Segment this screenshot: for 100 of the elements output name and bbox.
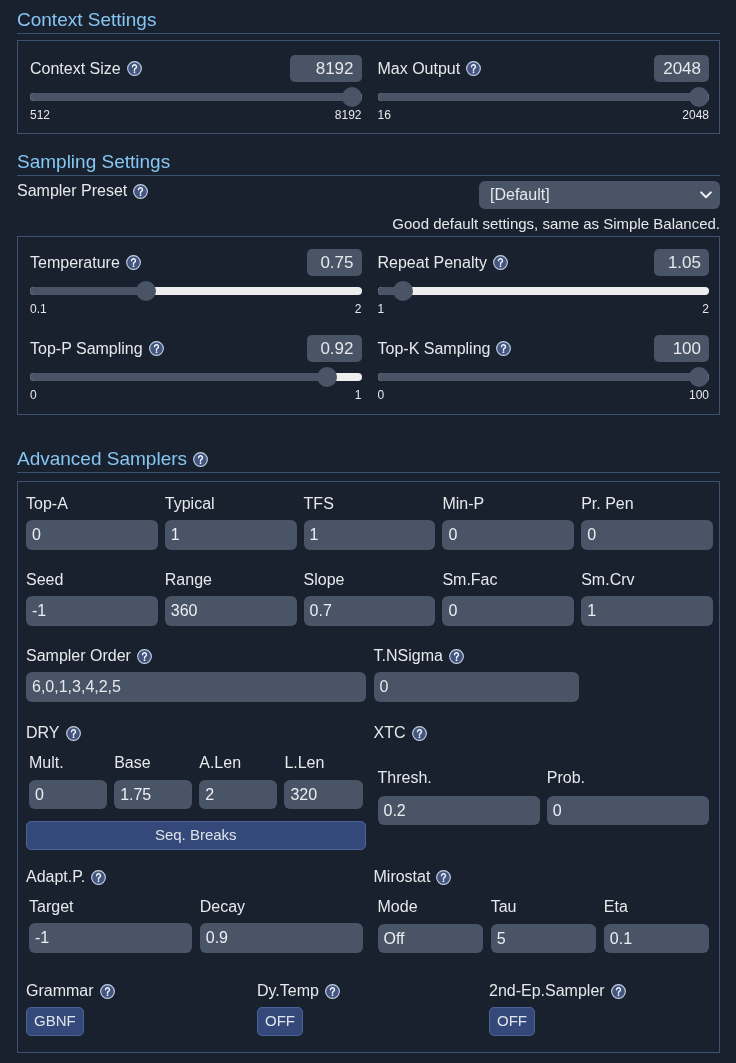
help-icon[interactable] [91,869,107,885]
toggle-button[interactable]: OFF [257,1007,303,1036]
range-max-label: 2 [354,302,362,316]
slider-label: Top-P Sampling [30,338,143,359]
help-icon[interactable] [496,341,512,356]
input-field[interactable]: 0 [442,596,575,626]
input-field[interactable]: 0.7 [303,596,436,626]
slider-thumb[interactable] [135,281,156,301]
slider-track[interactable] [377,281,709,301]
input-field[interactable]: 360 [164,596,297,626]
slider-track[interactable] [30,281,362,301]
section-title: Advanced Samplers [17,447,188,471]
field-label: Top-A [26,494,69,514]
input-field[interactable]: 1 [581,596,713,626]
section-title: Context Settings [17,8,157,32]
input-field[interactable]: -1 [26,596,158,626]
field-label: Base [114,753,152,773]
range-min-label: 0 [30,388,37,402]
slider-thumb[interactable] [689,87,709,107]
range-max-label: 2048 [682,108,709,122]
input-field[interactable]: 5 [490,924,596,953]
toggle-button[interactable]: GBNF [26,1007,84,1036]
range-min-label: 512 [30,108,51,122]
input-field[interactable]: 0 [26,520,158,550]
field-label: Sm.Crv [581,570,636,590]
slider-track[interactable] [30,367,362,387]
input-field[interactable]: 1.75 [114,780,193,809]
input-field[interactable]: 0 [442,520,575,550]
value-field[interactable]: 2048 [654,55,709,82]
field-label: Seed [26,570,65,590]
help-icon[interactable] [466,61,482,76]
slider-track[interactable] [377,367,709,387]
slider-thumb[interactable] [316,367,337,387]
help-icon[interactable] [610,983,626,999]
input-field[interactable]: -1 [29,923,192,953]
input-field[interactable]: 1 [164,520,297,550]
help-icon[interactable] [193,451,209,467]
slider-thumb[interactable] [393,281,414,301]
slider-track[interactable] [377,87,709,107]
input-field[interactable]: 320 [284,780,363,809]
field-label: Decay [199,897,247,917]
help-icon[interactable] [125,255,141,270]
value-field[interactable]: 1.05 [654,249,709,276]
input-field[interactable]: 2 [199,780,278,809]
field-label: A.Len [199,753,243,773]
field-label: Min-P [442,494,486,514]
slider-label: Repeat Penalty [377,252,487,273]
slider-track[interactable] [30,87,362,107]
input-field[interactable]: 0.2 [377,796,540,825]
field-label: Eta [603,897,629,917]
range-min-label: 0 [377,388,385,402]
range-min-label: 1 [377,302,385,316]
preset-description: Good default settings, same as Simple Balanced. [392,215,720,233]
group-label: DRY [26,723,60,743]
value-field[interactable]: 100 [654,335,709,362]
input-field[interactable]: 0.9 [199,923,363,953]
input-field[interactable]: Off [377,924,483,953]
field-label: Sampler Preset [17,181,128,201]
group-label: 2nd-Ep.Sampler [489,981,605,1001]
input-field[interactable]: 1 [303,520,436,550]
help-icon[interactable] [65,725,81,741]
group-label: Adapt.P. [26,867,86,887]
value-field[interactable]: 0.75 [306,249,362,276]
field-label: Sm.Fac [442,570,499,590]
help-icon[interactable] [136,648,152,664]
field-label: Thresh. [377,768,433,788]
range-max-label: 100 [688,388,709,402]
help-icon[interactable] [133,183,149,199]
seq-breaks-button[interactable]: Seq. Breaks [26,821,366,850]
toggle-button[interactable]: OFF [489,1007,535,1036]
slider-label: Top-K Sampling [377,338,491,359]
slider-thumb[interactable] [689,367,709,387]
field-label: Slope [303,570,346,590]
input-field[interactable]: 6,0,1,3,4,2,5 [26,672,366,702]
field-label: Range [164,570,213,590]
group-label: Mirostat [373,867,431,887]
help-icon[interactable] [324,983,340,999]
slider-thumb[interactable] [341,87,362,107]
slider-label: Context Size [30,58,121,79]
help-icon[interactable] [448,648,464,664]
field-label: Prob. [546,768,586,788]
input-field[interactable]: 0 [29,780,108,809]
input-field[interactable]: 0 [373,672,579,702]
group-label: Sampler Order [26,646,131,666]
help-icon[interactable] [492,255,508,270]
field-label: Pr. Pen [581,494,635,514]
help-icon[interactable] [148,341,164,356]
help-icon[interactable] [436,869,452,885]
help-icon[interactable] [99,983,115,999]
field-label: Tau [490,897,518,917]
value-field[interactable]: 8192 [289,55,362,82]
input-field[interactable]: 0 [546,796,709,825]
help-icon[interactable] [411,725,427,741]
field-label: Mode [377,897,419,917]
preset-select[interactable]: [Default] [479,181,720,209]
help-icon[interactable] [126,61,142,76]
slider-label: Max Output [377,58,461,79]
value-field[interactable]: 0.92 [306,335,362,362]
input-field[interactable]: 0 [581,520,713,550]
input-field[interactable]: 0.1 [603,924,709,953]
